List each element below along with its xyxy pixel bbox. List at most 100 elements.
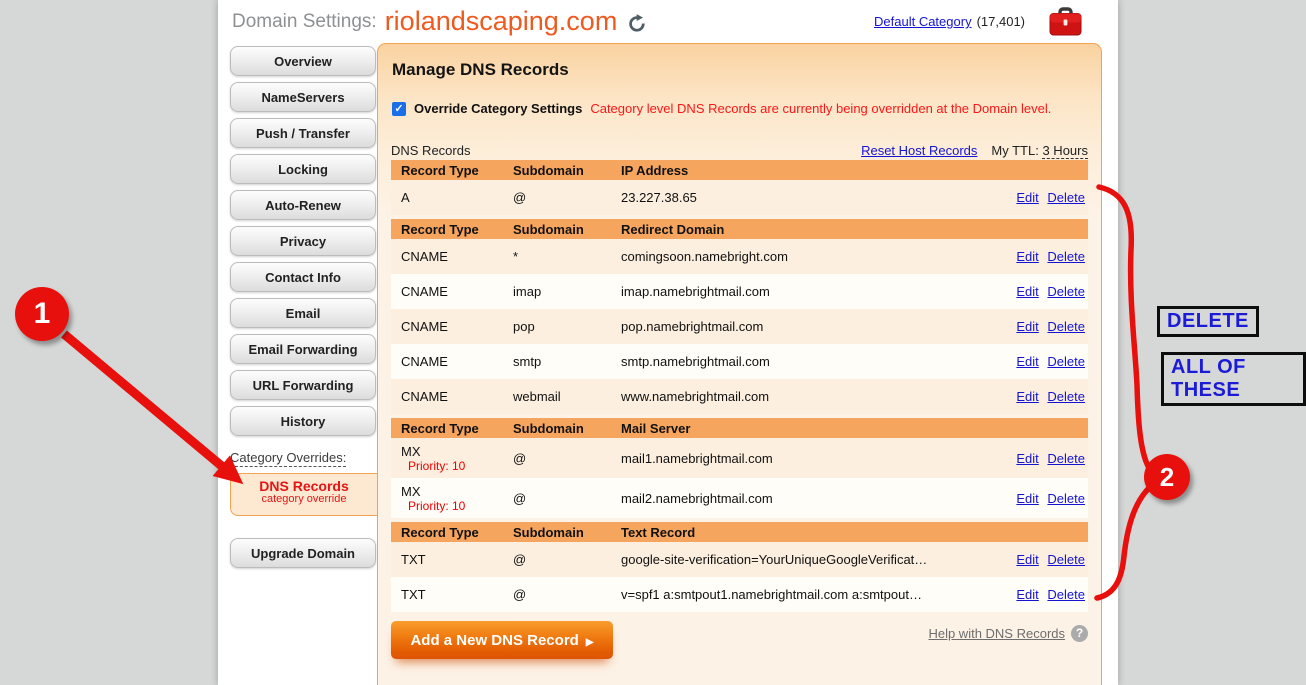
annotation-step-1: 1 (15, 287, 69, 341)
sidebar-item-history[interactable]: History (230, 406, 376, 436)
edit-link[interactable]: Edit (1016, 354, 1038, 369)
table-row: CNAME smtp smtp.namebrightmail.com Edit … (391, 344, 1088, 379)
sidebar-item-overview[interactable]: Overview (230, 46, 376, 76)
sidebar-item-locking[interactable]: Locking (230, 154, 376, 184)
annotation-step-2: 2 (1144, 454, 1190, 500)
record-type: MX (401, 444, 421, 459)
edit-link[interactable]: Edit (1016, 389, 1038, 404)
col-record-type: Record Type (401, 222, 513, 237)
col-subdomain: Subdomain (513, 421, 621, 436)
table-row: TXT @ google-site-verification=YourUniqu… (391, 542, 1088, 577)
add-dns-record-button[interactable]: Add a New DNS Record ▶ (391, 621, 613, 659)
record-type: A (401, 190, 410, 205)
edit-link[interactable]: Edit (1016, 319, 1038, 334)
row-actions: Edit Delete (1011, 389, 1088, 404)
record-subdomain: pop (513, 319, 621, 334)
help-dns-records-link[interactable]: Help with DNS Records (928, 626, 1065, 641)
col-value: IP Address (621, 163, 996, 178)
delete-link[interactable]: Delete (1047, 389, 1085, 404)
record-subdomain: smtp (513, 354, 621, 369)
edit-link[interactable]: Edit (1016, 284, 1038, 299)
delete-link[interactable]: Delete (1047, 451, 1085, 466)
category-overrides-label: Category Overrides: (230, 450, 346, 467)
dns-records-table: Record Type Subdomain IP Address A @ 23.… (391, 160, 1088, 612)
edit-link[interactable]: Edit (1016, 249, 1038, 264)
row-actions: Edit Delete (1011, 491, 1088, 506)
delete-link[interactable]: Delete (1047, 587, 1085, 602)
col-value: Redirect Domain (621, 222, 996, 237)
table-section-header: Record Type Subdomain IP Address (391, 160, 1088, 180)
col-subdomain: Subdomain (513, 525, 621, 540)
sidebar-item-url-forwarding[interactable]: URL Forwarding (230, 370, 376, 400)
add-button-label: Add a New DNS Record (410, 632, 578, 649)
sidebar-item-upgrade-domain[interactable]: Upgrade Domain (230, 538, 376, 568)
top-header: Domain Settings: riolandscaping.com Defa… (218, 0, 1118, 43)
override-category-checkbox[interactable]: ✓ (392, 102, 406, 116)
arrow-right-icon: ▶ (586, 637, 594, 648)
ttl-value-link[interactable]: 3 Hours (1042, 143, 1088, 159)
row-actions: Edit Delete (1011, 587, 1088, 602)
delete-link[interactable]: Delete (1047, 552, 1085, 567)
sidebar-item-dns-records[interactable]: DNS Records category override (230, 473, 377, 516)
delete-link[interactable]: Delete (1047, 284, 1085, 299)
help-wrap: Help with DNS Records ? (928, 625, 1088, 642)
col-record-type: Record Type (401, 163, 513, 178)
record-value: mail1.namebrightmail.com (621, 451, 996, 466)
edit-link[interactable]: Edit (1016, 451, 1038, 466)
dns-records-table-label: DNS Records (391, 143, 470, 158)
sidebar-item-contact-info[interactable]: Contact Info (230, 262, 376, 292)
table-meta-row: DNS Records Reset Host Records My TTL: 3… (391, 138, 1088, 158)
delete-link[interactable]: Delete (1047, 249, 1085, 264)
table-section-header: Record Type Subdomain Mail Server (391, 418, 1088, 438)
record-value: smtp.namebrightmail.com (621, 354, 996, 369)
edit-link[interactable]: Edit (1016, 587, 1038, 602)
col-subdomain: Subdomain (513, 163, 621, 178)
question-mark-icon[interactable]: ? (1071, 625, 1088, 642)
briefcase-icon[interactable] (1049, 7, 1082, 36)
record-subdomain: * (513, 249, 621, 264)
record-value: www.namebrightmail.com (621, 389, 996, 404)
delete-link[interactable]: Delete (1047, 190, 1085, 205)
page-title: Domain Settings: riolandscaping.com (232, 0, 646, 43)
record-type: CNAME (401, 284, 448, 299)
record-type: TXT (401, 587, 426, 602)
edit-link[interactable]: Edit (1016, 190, 1038, 205)
record-subdomain: @ (513, 451, 621, 466)
record-type: CNAME (401, 354, 448, 369)
dns-table-wrap: DNS Records Reset Host Records My TTL: 3… (391, 138, 1088, 612)
table-row: MXPriority: 10 @ mail2.namebrightmail.co… (391, 478, 1088, 518)
sidebar-item-email[interactable]: Email (230, 298, 376, 328)
table-meta-right: Reset Host Records My TTL: 3 Hours (861, 143, 1088, 158)
table-section: Record Type Subdomain Mail Server MXPrio… (391, 418, 1088, 518)
record-priority: Priority: 10 (408, 459, 513, 473)
sidebar-buttons: Overview NameServers Push / Transfer Loc… (230, 46, 377, 436)
sidebar-item-email-forwarding[interactable]: Email Forwarding (230, 334, 376, 364)
refresh-icon[interactable] (627, 14, 646, 33)
delete-link[interactable]: Delete (1047, 319, 1085, 334)
edit-link[interactable]: Edit (1016, 491, 1038, 506)
panel-heading: Manage DNS Records (392, 60, 569, 80)
header-right: Default Category (17,401) (874, 0, 1082, 43)
table-row: A @ 23.227.38.65 Edit Delete (391, 180, 1088, 215)
col-record-type: Record Type (401, 421, 513, 436)
override-warning-text: Category level DNS Records are currently… (590, 101, 1051, 116)
sidebar-item-auto-renew[interactable]: Auto-Renew (230, 190, 376, 220)
reset-host-records-link[interactable]: Reset Host Records (861, 143, 977, 158)
app-page: Domain Settings: riolandscaping.com Defa… (218, 0, 1118, 685)
col-value: Text Record (621, 525, 996, 540)
table-row: CNAME webmail www.namebrightmail.com Edi… (391, 379, 1088, 414)
sidebar-item-nameservers[interactable]: NameServers (230, 82, 376, 112)
row-actions: Edit Delete (1011, 190, 1088, 205)
sidebar: Overview NameServers Push / Transfer Loc… (230, 46, 377, 574)
ttl-label: My TTL: (991, 143, 1038, 158)
delete-link[interactable]: Delete (1047, 354, 1085, 369)
edit-link[interactable]: Edit (1016, 552, 1038, 567)
table-row: CNAME pop pop.namebrightmail.com Edit De… (391, 309, 1088, 344)
record-type: TXT (401, 552, 426, 567)
sidebar-item-push-transfer[interactable]: Push / Transfer (230, 118, 376, 148)
record-subdomain: @ (513, 587, 621, 602)
delete-link[interactable]: Delete (1047, 491, 1085, 506)
record-subdomain: imap (513, 284, 621, 299)
sidebar-item-privacy[interactable]: Privacy (230, 226, 376, 256)
default-category-link[interactable]: Default Category (874, 14, 972, 29)
